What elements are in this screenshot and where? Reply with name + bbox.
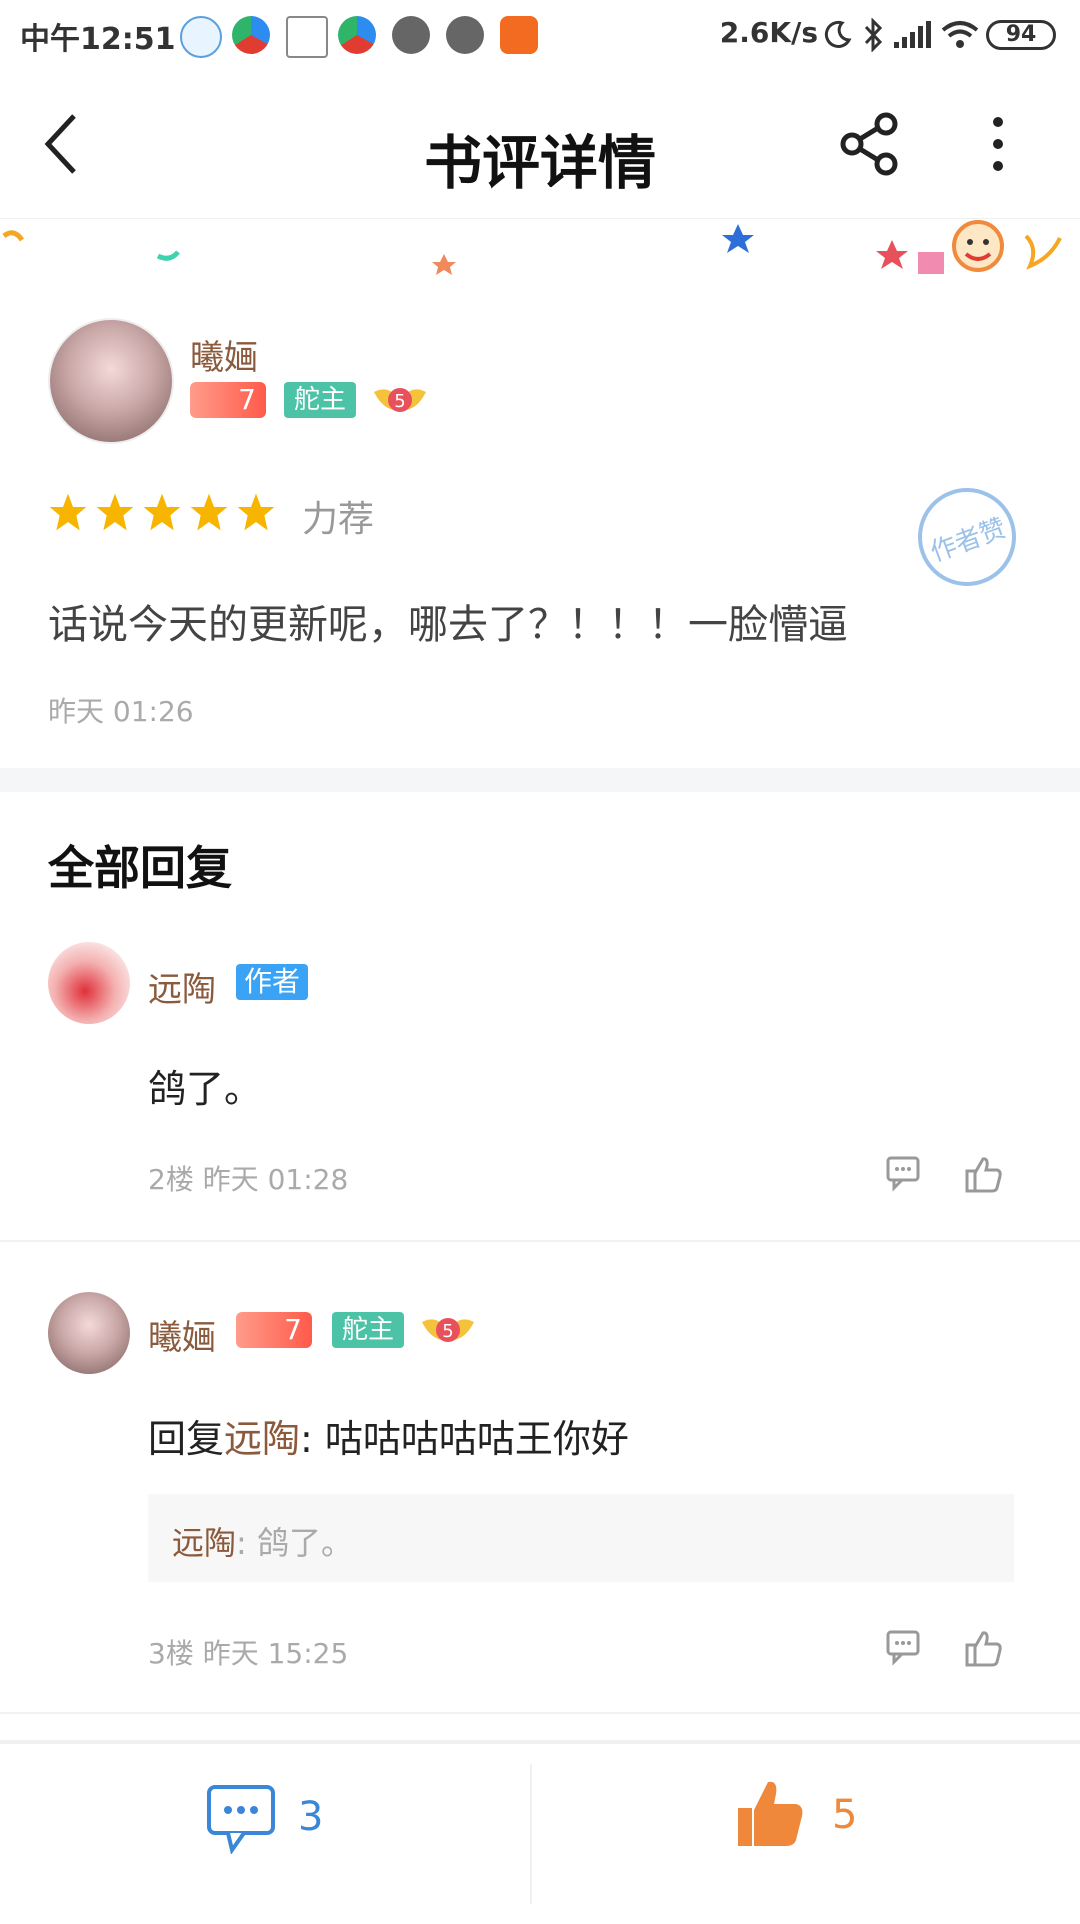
- bottom-action-bar: 3 5: [0, 1740, 1080, 1924]
- thumbs-up-icon: [738, 1781, 803, 1846]
- review-author-avatar[interactable]: [48, 318, 174, 444]
- reply-avatar[interactable]: [48, 942, 130, 1024]
- vip-level-text: 5: [442, 1321, 453, 1342]
- rating-stars: [48, 492, 283, 536]
- reply-text: 回复远陶: 咕咕咕咕咕王你好: [148, 1408, 629, 1463]
- notification-app-icon: [446, 16, 484, 54]
- reply-avatar[interactable]: [48, 1292, 130, 1374]
- author-praise-stamp: 作者赞: [904, 474, 1030, 600]
- confetti-decoration: [2, 220, 1062, 275]
- like-count: 5: [832, 1792, 858, 1838]
- reply-like-icon[interactable]: [964, 1154, 1004, 1194]
- reply-comment-icon[interactable]: [886, 1156, 926, 1194]
- reply-like-icon[interactable]: [964, 1628, 1004, 1668]
- fan-level-badge: 7: [236, 1312, 312, 1348]
- signal-icon: [894, 21, 931, 48]
- top-nav-bar: 书评详情: [0, 72, 1080, 219]
- quoted-reply: 远陶: 鸽了。: [148, 1494, 1014, 1582]
- role-badge: 舵主: [284, 382, 357, 418]
- more-options-icon[interactable]: [988, 114, 1008, 174]
- wifi-icon: [941, 21, 979, 48]
- star-icon: [96, 493, 134, 531]
- role-badge: 舵主: [332, 1312, 405, 1348]
- star-icon: [190, 493, 228, 531]
- reply-author-name[interactable]: 远陶: [148, 962, 216, 1011]
- reply-divider: [0, 1712, 1080, 1714]
- reply-divider: [0, 1240, 1080, 1242]
- replies-section-title: 全部回复: [48, 841, 232, 895]
- status-bar: 中午12:51 2.6K/s 94: [0, 0, 1080, 72]
- notification-app-icon: [338, 16, 376, 54]
- fan-level-badge: 7: [190, 382, 266, 418]
- reply-comment-icon[interactable]: [886, 1630, 926, 1668]
- section-divider: [0, 768, 1080, 792]
- quoted-reply-text: 远陶: 鸽了。: [172, 1518, 353, 1564]
- comment-button[interactable]: 3: [200, 1784, 400, 1874]
- network-speed: 2.6K/s: [719, 16, 818, 49]
- reply-floor-time: 2楼 昨天 01:28: [148, 1163, 349, 1196]
- review-content: 话说今天的更新呢，哪去了？！！！一脸懵逼: [48, 602, 848, 648]
- star-icon: [49, 493, 87, 531]
- vip-level-text: 5: [394, 391, 405, 412]
- notification-app-icon: [392, 16, 430, 54]
- reply-body: : 咕咕咕咕咕王你好: [300, 1417, 629, 1461]
- share-icon[interactable]: [838, 112, 902, 176]
- quoted-name[interactable]: 远陶: [172, 1524, 236, 1562]
- bottom-bar-divider: [530, 1764, 532, 1904]
- page-title: 书评详情: [423, 129, 656, 197]
- reply-author-name[interactable]: 曦婳: [148, 1310, 216, 1359]
- reply-floor-time: 3楼 昨天 15:25: [148, 1637, 349, 1670]
- reply-prefix: 回复: [148, 1417, 225, 1461]
- author-badge: 作者: [236, 964, 309, 1000]
- reply-to-name[interactable]: 远陶: [224, 1417, 300, 1461]
- notification-doc-icon: [286, 16, 328, 58]
- notification-app-icon: [232, 16, 270, 54]
- review-author-name[interactable]: 曦婳: [190, 330, 258, 379]
- quoted-body: : 鸽了。: [236, 1524, 353, 1562]
- reply-text: 鸽了。: [148, 1067, 263, 1111]
- notification-app-icon: [180, 16, 222, 58]
- star-icon: [143, 493, 181, 531]
- star-icon: [237, 493, 275, 531]
- rating-label: 力荐: [302, 499, 375, 540]
- vip-badge-icon: 5: [374, 388, 426, 412]
- vip-badge-icon: 5: [422, 1318, 474, 1342]
- review-time: 昨天 01:26: [48, 695, 194, 728]
- moon-icon: [824, 20, 852, 48]
- comment-bubble-icon: [207, 1785, 275, 1854]
- mi-app-icon: [500, 16, 538, 54]
- comment-count: 3: [298, 1794, 324, 1840]
- bluetooth-icon: [864, 18, 883, 52]
- battery-indicator: 94: [986, 20, 1056, 50]
- like-button[interactable]: 5: [736, 1778, 936, 1878]
- status-time: 中午12:51: [20, 22, 176, 57]
